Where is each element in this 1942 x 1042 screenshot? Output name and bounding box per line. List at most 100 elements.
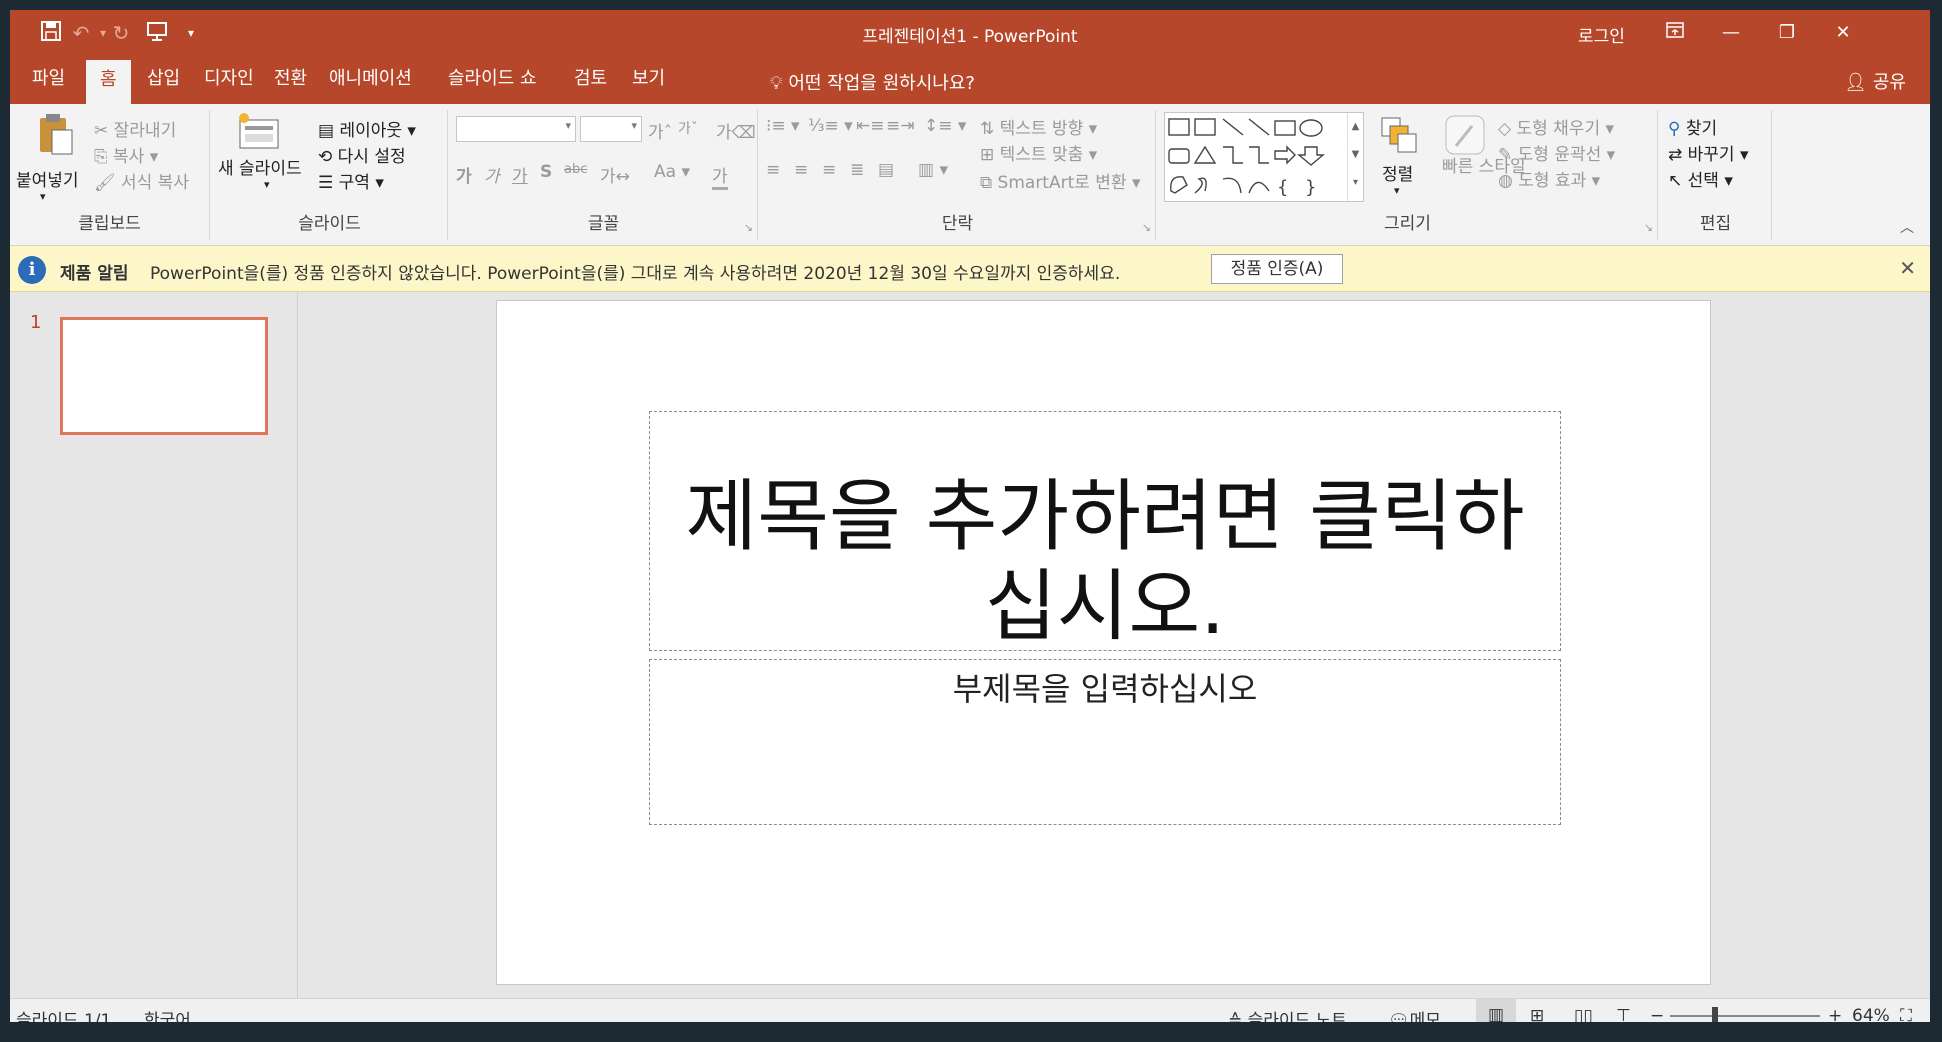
copy-button[interactable]: ⎘ 복사 ▾: [94, 142, 158, 167]
scissors-icon: ✂: [94, 121, 109, 141]
distributed-icon[interactable]: ▤: [878, 160, 894, 180]
paste-button[interactable]: 붙여넣기: [16, 166, 79, 191]
slide[interactable]: 제목을 추가하려면 클릭하 십시오. 부제목을 입력하십시오: [496, 300, 1711, 985]
drawing-dialog-launcher-icon[interactable]: ↘: [1644, 221, 1653, 234]
tab-animations[interactable]: 애니메이션: [315, 56, 426, 104]
tab-home[interactable]: 홈: [86, 60, 131, 104]
line-spacing-icon[interactable]: ↕≡ ▾: [924, 116, 966, 136]
tab-view[interactable]: 보기: [618, 56, 679, 104]
tab-transitions[interactable]: 전환: [260, 56, 321, 104]
smartart-button[interactable]: ⧉ SmartArt로 변환 ▾: [980, 168, 1141, 193]
lightbulb-icon: 💡︎: [770, 73, 783, 94]
change-case-button[interactable]: Aa ▾: [654, 162, 690, 182]
new-slide-dropdown-icon[interactable]: ▾: [264, 178, 270, 191]
find-label: 찾기: [1685, 119, 1718, 139]
font-size-box[interactable]: ▾: [580, 116, 642, 142]
desktop-taskbar-strip: [0, 1022, 1942, 1042]
share-button[interactable]: 👤︎ 공유: [1844, 68, 1906, 94]
shapes-gallery[interactable]: { } ▲ ▼ ▾: [1164, 112, 1364, 202]
shapes-scroll[interactable]: ▲ ▼ ▾: [1347, 113, 1363, 201]
collapse-ribbon-icon[interactable]: ︿: [1900, 217, 1914, 237]
cut-button[interactable]: ✂ 잘라내기: [94, 116, 176, 141]
zoom-slider[interactable]: [1670, 1015, 1820, 1017]
arrange-button[interactable]: 정렬: [1382, 160, 1413, 185]
find-button[interactable]: ⚲ 찾기: [1668, 114, 1717, 139]
replace-button[interactable]: ⇄ 바꾸기 ▾: [1668, 140, 1749, 165]
title-placeholder[interactable]: 제목을 추가하려면 클릭하 십시오.: [649, 411, 1561, 652]
section-button[interactable]: ☰ 구역 ▾: [318, 168, 384, 193]
align-right-icon[interactable]: ≡: [822, 160, 836, 180]
powerpoint-window: ↶ ▾ ↻ ▾ 프레젠테이션1 - PowerPoint 로그인 — ❐ ✕ 파…: [10, 10, 1930, 1032]
clear-formatting-icon[interactable]: 가⌫: [716, 118, 756, 143]
login-button[interactable]: 로그인: [1578, 22, 1625, 47]
new-slide-button[interactable]: 새 슬라이드: [218, 154, 302, 179]
increase-font-size-icon[interactable]: 가ˆ: [648, 118, 672, 143]
font-name-dropdown-icon[interactable]: ▾: [565, 119, 571, 132]
italic-button[interactable]: 가: [484, 162, 500, 187]
align-center-icon[interactable]: ≡: [794, 160, 808, 180]
tab-file[interactable]: 파일: [18, 56, 79, 104]
reset-button[interactable]: ⟲ 다시 설정: [318, 142, 406, 167]
close-icon[interactable]: ✕: [1815, 10, 1871, 56]
arrange-dropdown-icon[interactable]: ▾: [1394, 184, 1400, 197]
columns-icon[interactable]: ▥ ▾: [918, 160, 948, 180]
format-painter-label: 서식 복사: [121, 173, 189, 193]
decrease-indent-icon[interactable]: ⇤≡: [856, 116, 885, 136]
increase-indent-icon[interactable]: ≡⇥: [886, 116, 915, 136]
close-notice-icon[interactable]: ✕: [1899, 256, 1916, 280]
font-color-button[interactable]: 가: [712, 162, 728, 190]
magnifier-icon: ⚲: [1668, 119, 1681, 139]
justify-icon[interactable]: ≣: [850, 160, 864, 180]
shape-fill-button[interactable]: ◇ 도형 채우기 ▾: [1498, 114, 1614, 139]
subtitle-placeholder[interactable]: 부제목을 입력하십시오: [649, 659, 1561, 825]
copy-label: 복사: [113, 147, 145, 167]
paste-dropdown-icon[interactable]: ▾: [40, 190, 46, 203]
minimize-icon[interactable]: —: [1703, 10, 1759, 56]
select-button[interactable]: ↖ 선택 ▾: [1668, 166, 1733, 191]
decrease-font-size-icon[interactable]: 가ˇ: [678, 118, 698, 138]
tab-design[interactable]: 디자인: [190, 56, 268, 104]
align-text-label: 텍스트 맞춤: [999, 145, 1084, 165]
tab-review[interactable]: 검토: [560, 56, 621, 104]
ribbon-display-options-icon[interactable]: [1647, 10, 1703, 56]
paragraph-dialog-launcher-icon[interactable]: ↘: [1142, 221, 1151, 234]
layout-icon: ▤: [318, 121, 335, 141]
layout-button[interactable]: ▤ 레이아웃 ▾: [318, 116, 416, 141]
text-direction-button[interactable]: ⇅ 텍스트 방향 ▾: [980, 114, 1097, 139]
title-bar: ↶ ▾ ↻ ▾ 프레젠테이션1 - PowerPoint 로그인 — ❐ ✕: [10, 10, 1930, 56]
tab-slideshow[interactable]: 슬라이드 쇼: [434, 56, 551, 104]
font-name-box[interactable]: ▾: [456, 116, 576, 142]
character-spacing-button[interactable]: 가↔: [600, 162, 630, 187]
shape-effects-label: 도형 효과: [1518, 171, 1587, 191]
restore-icon[interactable]: ❐: [1759, 10, 1815, 56]
editing-group-label: 편집: [1699, 214, 1732, 234]
font-size-dropdown-icon[interactable]: ▾: [631, 119, 637, 132]
editing-group: ⚲ 찾기 ⇄ 바꾸기 ▾ ↖ 선택 ▾ 편집: [1660, 110, 1772, 240]
activate-button[interactable]: 정품 인증(A): [1211, 254, 1343, 284]
tab-insert[interactable]: 삽입: [133, 56, 194, 104]
underline-button[interactable]: 가: [512, 162, 528, 187]
title-placeholder-text: 제목을 추가하려면 클릭하 십시오.: [685, 472, 1525, 652]
align-left-icon[interactable]: ≡: [766, 160, 780, 180]
select-label: 선택: [1687, 171, 1719, 191]
shape-outline-label: 도형 윤곽선: [1517, 145, 1602, 165]
tell-me-box[interactable]: 💡︎ 어떤 작업을 원하시나요?: [770, 69, 975, 95]
shadow-button[interactable]: S: [540, 162, 552, 182]
quick-styles-button[interactable]: 빠른 스타일: [1442, 156, 1526, 178]
shape-effects-button[interactable]: ◍ 도형 효과 ▾: [1498, 166, 1600, 191]
slides-group: 새 슬라이드 ▾ ▤ 레이아웃 ▾ ⟲ 다시 설정 ☰ 구역 ▾ 슬라이드: [212, 110, 448, 240]
align-text-button[interactable]: ⊞ 텍스트 맞춤 ▾: [980, 140, 1097, 165]
slide-thumbnail[interactable]: [60, 317, 268, 435]
subtitle-placeholder-text: 부제목을 입력하십시오: [952, 670, 1258, 708]
font-group: ▾ ▾ 가ˆ 가ˇ 가⌫ 가 가 가 S abc 가↔ Aa ▾ 가 글꼴 ↘: [450, 110, 758, 240]
font-dialog-launcher-icon[interactable]: ↘: [744, 221, 753, 234]
shape-outline-button[interactable]: ✎ 도형 윤곽선 ▾: [1498, 140, 1615, 165]
format-painter-button[interactable]: 🖌︎ 서식 복사: [94, 168, 189, 193]
strikethrough-button[interactable]: abc: [564, 162, 587, 177]
bullets-icon[interactable]: ⁝≡ ▾: [766, 116, 800, 136]
bold-button[interactable]: 가: [456, 162, 472, 187]
change-case-label: Aa: [654, 162, 677, 182]
numbering-icon[interactable]: ⅓≡ ▾: [808, 116, 853, 136]
layout-label: 레이아웃: [339, 121, 403, 141]
reset-label: 다시 설정: [337, 147, 406, 167]
